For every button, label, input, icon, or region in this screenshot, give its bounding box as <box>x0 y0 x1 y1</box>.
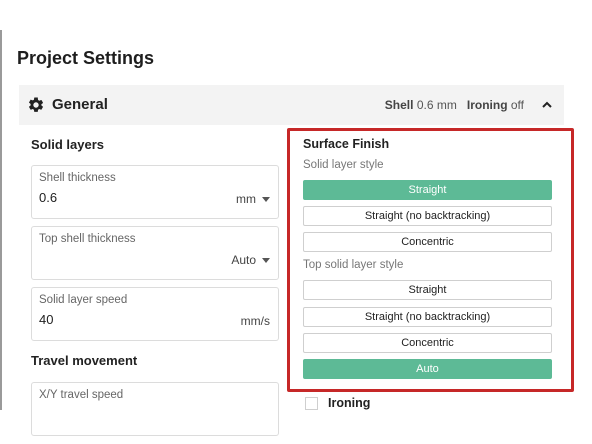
xy-travel-speed-field[interactable]: X/Y travel speed <box>31 382 279 436</box>
section-header-general[interactable]: General Shell 0.6 mm Ironing off <box>19 85 564 125</box>
solid-style-straight-option[interactable]: Straight <box>303 180 552 200</box>
solid-style-no-backtracking-option[interactable]: Straight (no backtracking) <box>303 206 552 226</box>
field-unit: mm <box>236 192 256 206</box>
ironing-label: Ironing <box>328 396 371 410</box>
shell-thickness-field[interactable]: Shell thickness 0.6 mm <box>31 165 279 219</box>
top-style-auto-option[interactable]: Auto <box>303 359 552 379</box>
field-value: 40 <box>39 312 54 327</box>
section-title: General <box>52 96 108 113</box>
field-value: 0.6 <box>39 190 58 205</box>
solid-layers-label: Solid layers <box>31 137 104 152</box>
solid-layer-style-label: Solid layer style <box>303 159 384 171</box>
chevron-up-icon[interactable] <box>540 98 554 112</box>
caret-down-icon <box>262 257 270 263</box>
unit-dropdown[interactable]: mm <box>236 192 270 206</box>
field-label: Top shell thickness <box>39 233 136 245</box>
summary-ironing-key: Ironing <box>466 98 508 112</box>
gear-icon <box>28 97 44 112</box>
top-style-straight-option[interactable]: Straight <box>303 280 552 300</box>
top-style-no-backtracking-option[interactable]: Straight (no backtracking) <box>303 307 552 327</box>
top-shell-thickness-field[interactable]: Top shell thickness Auto <box>31 226 279 280</box>
ironing-checkbox[interactable] <box>305 397 318 410</box>
top-style-concentric-option[interactable]: Concentric <box>303 333 552 353</box>
summary-shell-value: 0.6 mm <box>416 98 457 112</box>
field-label: Shell thickness <box>39 172 116 184</box>
summary-ironing-value: off <box>510 98 524 112</box>
unit-dropdown[interactable]: Auto <box>231 253 270 267</box>
surface-finish-title: Surface Finish <box>303 137 390 151</box>
field-label: Solid layer speed <box>39 294 128 306</box>
page-title: Project Settings <box>17 48 155 68</box>
field-unit: Auto <box>231 253 256 267</box>
solid-layer-speed-field[interactable]: Solid layer speed 40 mm/s <box>31 287 279 341</box>
travel-movement-label: Travel movement <box>31 353 138 368</box>
field-unit: mm/s <box>240 314 270 328</box>
solid-style-concentric-option[interactable]: Concentric <box>303 232 552 252</box>
summary-shell-key: Shell <box>384 98 414 112</box>
top-solid-layer-style-label: Top solid layer style <box>303 259 404 271</box>
unit-label: mm/s <box>241 314 270 328</box>
section-summary: Shell 0.6 mm Ironing off <box>385 98 524 112</box>
left-border <box>0 30 2 410</box>
caret-down-icon <box>262 196 270 202</box>
field-label: X/Y travel speed <box>39 389 124 401</box>
